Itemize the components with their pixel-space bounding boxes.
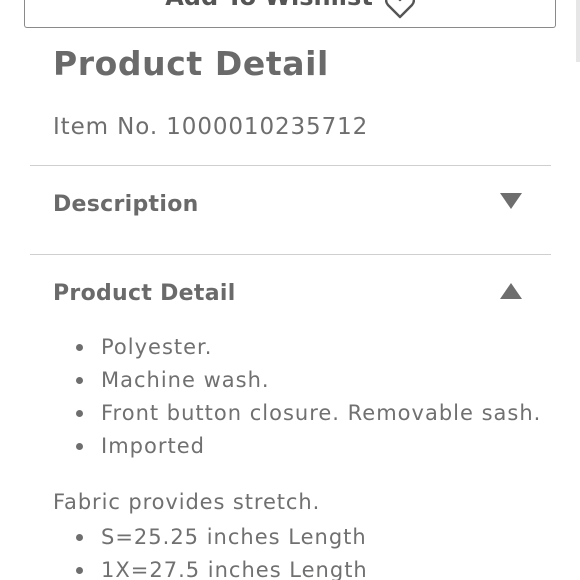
list-item: Machine wash. <box>76 364 541 397</box>
accordion-description-label: Description <box>53 192 199 217</box>
list-item: Imported <box>76 430 541 463</box>
list-item-text: 1X=27.5 inches Length <box>101 558 368 580</box>
list-item: S=25.25 inches Length <box>76 521 368 554</box>
product-detail-page: Add To Wishlist Product Detail Item No. … <box>0 0 580 580</box>
divider <box>30 165 551 166</box>
bullet-dot <box>76 567 83 574</box>
list-item-text: Machine wash. <box>101 368 270 392</box>
list-item: 1X=27.5 inches Length <box>76 554 368 580</box>
list-item-text: S=25.25 inches Length <box>101 525 367 549</box>
add-to-wishlist-button[interactable]: Add To Wishlist <box>24 0 556 28</box>
list-item: Front button closure. Removable sash. <box>76 397 541 430</box>
heart-icon <box>384 0 415 19</box>
divider <box>30 254 551 255</box>
product-detail-list: Polyester. Machine wash. Front button cl… <box>76 331 541 463</box>
bullet-dot <box>76 344 83 351</box>
bullet-dot <box>76 534 83 541</box>
accordion-product-detail-header[interactable]: Product Detail <box>30 265 551 325</box>
list-item-text: Polyester. <box>101 335 213 359</box>
list-item-text: Front button closure. Removable sash. <box>101 401 542 425</box>
triangle-down-icon <box>500 193 522 209</box>
size-length-list: S=25.25 inches Length 1X=27.5 inches Len… <box>76 521 368 580</box>
wishlist-label: Add To Wishlist <box>165 0 373 9</box>
bullet-dot <box>76 377 83 384</box>
scrollbar[interactable] <box>576 0 580 62</box>
list-item-text: Imported <box>101 434 205 458</box>
accordion-description-header[interactable]: Description <box>30 176 551 236</box>
page-title: Product Detail <box>53 44 329 83</box>
bullet-dot <box>76 410 83 417</box>
bullet-dot <box>76 443 83 450</box>
accordion-product-detail-label: Product Detail <box>53 281 236 306</box>
fabric-note: Fabric provides stretch. <box>53 490 321 514</box>
triangle-up-icon <box>500 283 522 299</box>
list-item: Polyester. <box>76 331 541 364</box>
item-number: Item No. 1000010235712 <box>53 114 369 140</box>
